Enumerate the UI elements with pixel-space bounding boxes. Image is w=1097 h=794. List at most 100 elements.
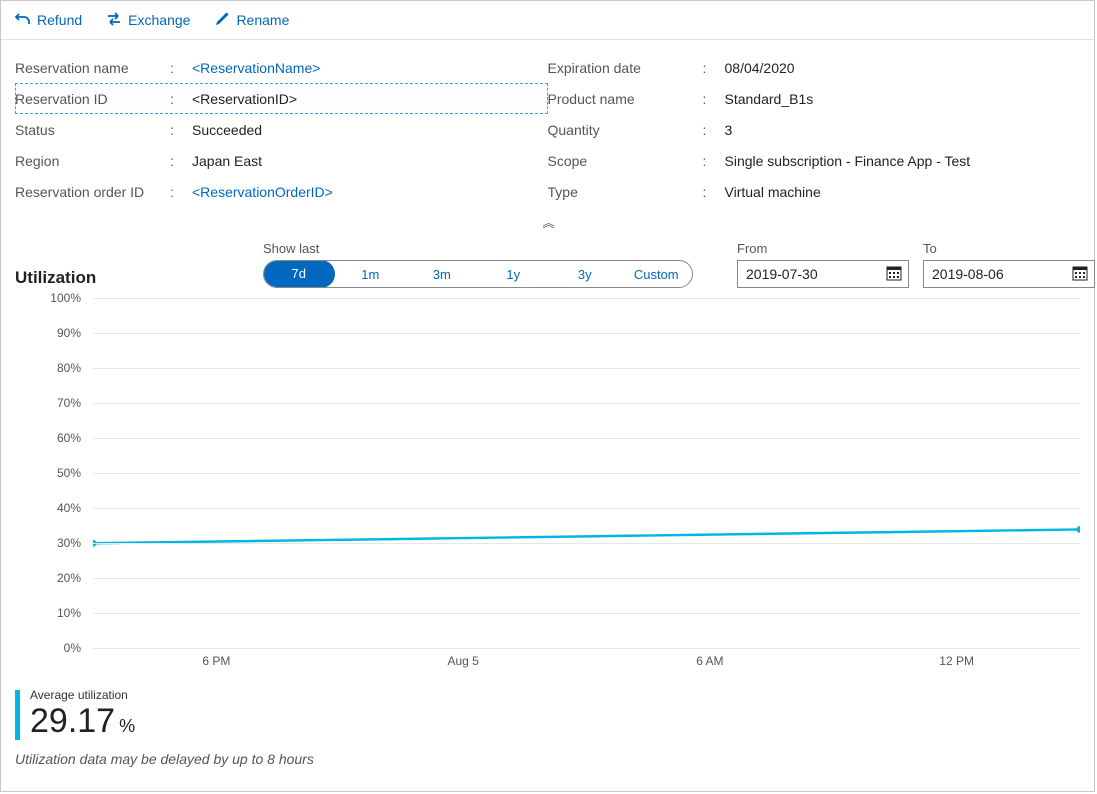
to-date-input[interactable]: 2019-08-06: [923, 260, 1095, 288]
detail-label: Status: [15, 122, 170, 138]
date-range-group: From 2019-07-30 To 2019-08-06: [737, 241, 1095, 288]
detail-label: Reservation name: [15, 60, 170, 76]
range-1m[interactable]: 1m: [335, 267, 407, 282]
chart-plot-area: 0%10%20%30%40%50%60%70%80%90%100%: [15, 298, 1080, 648]
refund-button[interactable]: Refund: [15, 11, 82, 30]
chart-point: [1076, 526, 1079, 533]
detail-row: Scope:Single subscription - Finance App …: [548, 145, 1081, 176]
refund-label: Refund: [37, 12, 82, 28]
utilization-chart: 0%10%20%30%40%50%60%70%80%90%100% 6 PMAu…: [1, 288, 1094, 682]
colon: :: [703, 91, 725, 107]
details-right-column: Expiration date:08/04/2020Product name:S…: [548, 52, 1081, 207]
gridline: [93, 333, 1080, 334]
colon: :: [170, 184, 192, 200]
colon: :: [703, 60, 725, 76]
stat-value: 29.17: [30, 702, 115, 740]
detail-row: Type:Virtual machine: [548, 176, 1081, 207]
detail-value: Standard_B1s: [725, 91, 814, 107]
detail-label: Product name: [548, 91, 703, 107]
y-tick-label: 90%: [15, 326, 81, 340]
detail-label: Reservation ID: [15, 91, 170, 107]
gridline: [93, 438, 1080, 439]
detail-value: 08/04/2020: [725, 60, 795, 76]
undo-icon: [15, 11, 31, 30]
x-tick-label: 6 AM: [696, 654, 723, 668]
gridline: [93, 473, 1080, 474]
colon: :: [170, 122, 192, 138]
y-tick-label: 50%: [15, 466, 81, 480]
stat-label: Average utilization: [30, 688, 135, 702]
y-tick-label: 80%: [15, 361, 81, 375]
detail-row: Expiration date:08/04/2020: [548, 52, 1081, 83]
from-label: From: [737, 241, 909, 256]
show-last-group: Show last 7d1m3m1y3yCustom: [263, 241, 693, 288]
from-date-col: From 2019-07-30: [737, 241, 909, 288]
range-1y[interactable]: 1y: [478, 267, 550, 282]
app-frame: Refund Exchange Rename Reservation name:…: [0, 0, 1095, 792]
y-tick-label: 30%: [15, 536, 81, 550]
detail-row: Region:Japan East: [15, 145, 548, 176]
detail-value: Single subscription - Finance App - Test: [725, 153, 971, 169]
toolbar: Refund Exchange Rename: [1, 1, 1094, 40]
detail-row: Reservation order ID:<ReservationOrderID…: [15, 176, 548, 207]
stat-accent-bar: [15, 690, 20, 740]
detail-value: <ReservationID>: [192, 91, 297, 107]
detail-value: Virtual machine: [725, 184, 821, 200]
y-tick-label: 60%: [15, 431, 81, 445]
show-last-label: Show last: [263, 241, 693, 256]
swap-icon: [106, 11, 122, 30]
gridline: [93, 543, 1080, 544]
chart-series-line: [93, 529, 1080, 543]
detail-row: Reservation name:<ReservationName>: [15, 52, 548, 83]
to-label: To: [923, 241, 1095, 256]
detail-value: 3: [725, 122, 733, 138]
calendar-icon: [1072, 265, 1088, 284]
detail-value-link[interactable]: <ReservationName>: [192, 60, 320, 76]
gridline: [93, 648, 1080, 649]
chevron-up-double-icon: ︽: [542, 214, 552, 231]
gridline: [93, 508, 1080, 509]
gridline: [93, 403, 1080, 404]
colon: :: [170, 91, 192, 107]
detail-label: Scope: [548, 153, 703, 169]
gridline: [93, 613, 1080, 614]
detail-row: Reservation ID:<ReservationID>: [15, 83, 548, 114]
chart-x-axis: 6 PMAug 56 AM12 PM: [93, 654, 1080, 678]
rename-button[interactable]: Rename: [214, 11, 289, 30]
average-utilization-stat: Average utilization 29.17%: [1, 682, 1094, 741]
detail-label: Reservation order ID: [15, 184, 170, 200]
exchange-label: Exchange: [128, 12, 190, 28]
x-tick-label: Aug 5: [447, 654, 478, 668]
detail-label: Type: [548, 184, 703, 200]
stat-text: Average utilization 29.17%: [30, 688, 135, 741]
y-tick-label: 70%: [15, 396, 81, 410]
detail-value-link[interactable]: <ReservationOrderID>: [192, 184, 333, 200]
detail-row: Quantity:3: [548, 114, 1081, 145]
y-tick-label: 10%: [15, 606, 81, 620]
utilization-title: Utilization: [15, 268, 245, 288]
detail-label: Quantity: [548, 122, 703, 138]
to-date-col: To 2019-08-06: [923, 241, 1095, 288]
detail-row: Status:Succeeded: [15, 114, 548, 145]
range-pill: 7d1m3m1y3yCustom: [263, 260, 693, 288]
range-7d[interactable]: 7d: [263, 260, 335, 288]
to-date-value: 2019-08-06: [932, 266, 1004, 282]
collapse-toggle[interactable]: ︽: [1, 213, 1094, 231]
detail-label: Region: [15, 153, 170, 169]
y-tick-label: 20%: [15, 571, 81, 585]
range-3m[interactable]: 3m: [406, 267, 478, 282]
x-tick-label: 12 PM: [939, 654, 974, 668]
stat-unit: %: [119, 716, 135, 736]
gridline: [93, 298, 1080, 299]
exchange-button[interactable]: Exchange: [106, 11, 190, 30]
detail-row: Product name:Standard_B1s: [548, 83, 1081, 114]
stat-value-row: 29.17%: [30, 702, 135, 741]
colon: :: [170, 60, 192, 76]
range-3y[interactable]: 3y: [549, 267, 621, 282]
y-tick-label: 40%: [15, 501, 81, 515]
range-custom[interactable]: Custom: [621, 267, 693, 282]
from-date-input[interactable]: 2019-07-30: [737, 260, 909, 288]
delay-note: Utilization data may be delayed by up to…: [1, 741, 1094, 777]
gridline: [93, 578, 1080, 579]
details-panel: Reservation name:<ReservationName>Reserv…: [1, 40, 1094, 213]
